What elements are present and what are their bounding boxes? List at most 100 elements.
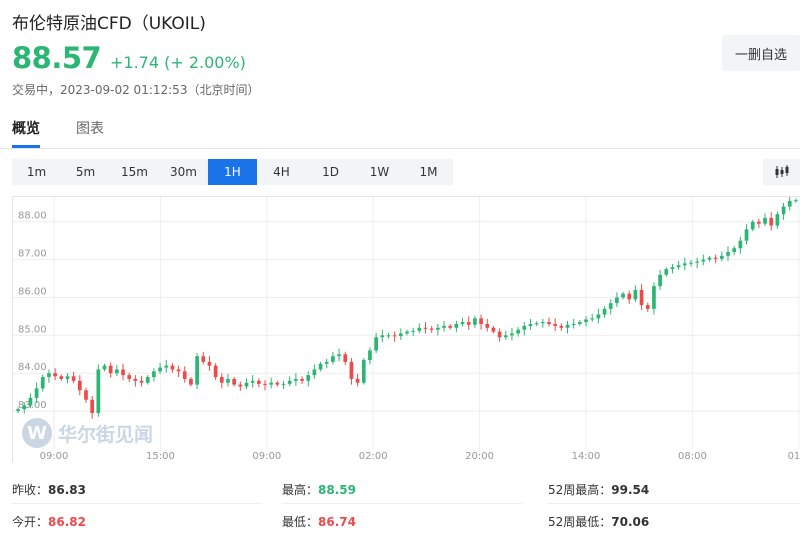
candle-body [577, 322, 582, 324]
candle-body [726, 252, 730, 256]
x-tick-label: 09:00 [252, 451, 281, 462]
candle-body [602, 308, 607, 315]
candle-body [121, 369, 125, 376]
candle-body [540, 322, 545, 324]
tab-chart[interactable]: 图表 [76, 118, 104, 138]
candle-body [689, 262, 693, 264]
candle-body [781, 206, 786, 215]
x-tick-label: 01:0 [788, 451, 800, 462]
candle-body [466, 322, 471, 325]
candle-body [349, 361, 354, 379]
candle-body [176, 369, 181, 372]
last-price: 88.57 [12, 41, 102, 75]
candle-body [306, 375, 311, 381]
candle-body [645, 305, 650, 309]
candle-body [287, 380, 292, 384]
y-tick-label: 87.00 [18, 249, 47, 260]
candle-body [170, 365, 175, 370]
x-tick-label: 14:00 [572, 451, 601, 462]
candle-body [534, 323, 539, 325]
candle-body [392, 335, 397, 337]
candle-body [386, 335, 391, 337]
candle-body [608, 303, 613, 309]
remove-watchlist-button[interactable]: 一删自选 [722, 35, 800, 71]
candle-body [207, 361, 212, 366]
candle-body [769, 217, 774, 226]
candle-body [219, 377, 224, 383]
candle-body [670, 267, 675, 270]
candle-body [621, 293, 625, 298]
candle-body [158, 367, 162, 372]
candle-body [503, 335, 508, 338]
candle-body [361, 359, 366, 383]
tab-overview[interactable]: 概览 [12, 118, 40, 138]
candle-body [152, 371, 156, 378]
chart-type-button[interactable] [763, 159, 800, 185]
candle-body [713, 257, 718, 259]
candle-body [547, 322, 551, 324]
candle-body [368, 350, 372, 360]
candlestick-chart-icon [775, 165, 788, 178]
stats-divider [282, 503, 522, 504]
interval-5m[interactable]: 5m [61, 159, 110, 185]
interval-1m[interactable]: 1m [12, 159, 61, 185]
watermark: W 华尔街见闻 [22, 418, 153, 448]
candle-body [553, 324, 558, 326]
candle-body [460, 322, 465, 324]
candle-body [318, 363, 323, 370]
x-tick-label: 02:00 [359, 451, 388, 462]
x-tick-label: 15:00 [146, 451, 175, 462]
candle-body [429, 328, 434, 330]
candle-body [707, 257, 712, 260]
candle-body [528, 324, 533, 326]
candle-body [633, 289, 638, 300]
y-tick-label: 85.00 [18, 324, 47, 335]
interval-1mo[interactable]: 1M [404, 159, 453, 185]
candle-body [337, 354, 341, 357]
price-change: +1.74 (+ 2.00%) [110, 53, 246, 72]
candle-body [522, 325, 527, 330]
candle-body [639, 289, 644, 306]
candle-body [65, 376, 70, 379]
candle-body [719, 255, 724, 259]
candle-body [750, 221, 755, 230]
x-tick-label: 20:00 [465, 451, 494, 462]
candle-body [448, 325, 453, 328]
candle-body [763, 217, 767, 224]
candle-body [744, 229, 749, 241]
interval-1h[interactable]: 1H [208, 159, 257, 185]
interval-30m[interactable]: 30m [159, 159, 208, 185]
stats-divider [548, 503, 800, 504]
candle-body [256, 380, 261, 384]
candle-body [627, 293, 632, 300]
stats-divider [12, 503, 262, 504]
interval-1d[interactable]: 1D [306, 159, 355, 185]
x-tick-label: 08:00 [678, 451, 707, 462]
candle-body [34, 388, 39, 398]
stat-prev-close: 昨收：86.83 [12, 483, 86, 497]
candle-body [108, 365, 113, 374]
candle-body [275, 382, 280, 385]
watermark-text: 华尔街见闻 [58, 423, 154, 446]
candle-body [695, 261, 699, 263]
candle-body [238, 384, 243, 387]
interval-15m[interactable]: 15m [110, 159, 159, 185]
candle-body [40, 377, 45, 389]
candle-body [398, 333, 403, 337]
candle-body [324, 361, 329, 364]
candle-body [84, 390, 88, 400]
interval-1w[interactable]: 1W [355, 159, 404, 185]
candle-body [300, 378, 304, 381]
candle-body [195, 356, 199, 385]
candle-body [732, 248, 737, 253]
candle-body [374, 337, 378, 351]
candle-body [145, 377, 150, 383]
candle-body [226, 378, 230, 383]
interval-4h[interactable]: 4H [257, 159, 306, 185]
candle-body [571, 324, 576, 325]
candle-body [590, 318, 595, 320]
candle-body [775, 214, 780, 226]
candle-body [201, 356, 206, 362]
candle-body [263, 383, 267, 385]
candle-body [102, 365, 107, 370]
